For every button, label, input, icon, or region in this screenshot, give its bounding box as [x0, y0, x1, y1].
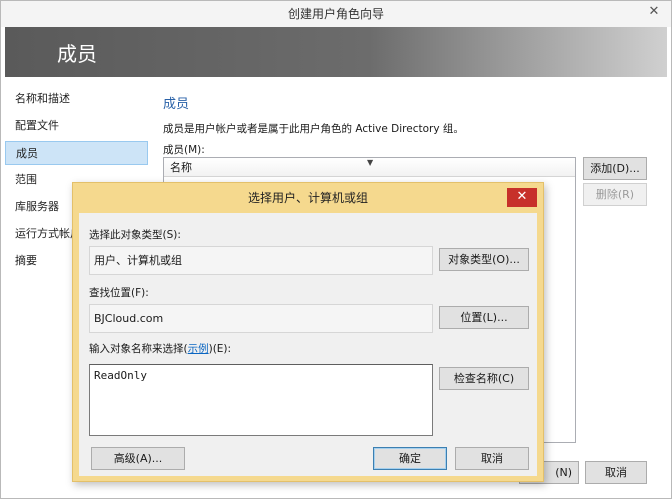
wizard-banner: 成员 — [5, 27, 667, 77]
section-description: 成员是用户帐户或者是属于此用户角色的 Active Directory 组。 — [163, 123, 464, 135]
location-label: 查找位置(F): — [89, 287, 149, 299]
wizard-titlebar: 创建用户角色向导 ✕ — [1, 1, 671, 27]
sort-down-icon: ▼ — [367, 158, 374, 167]
members-label: 成员(M): — [163, 144, 205, 156]
nav-item-name-description[interactable]: 名称和描述 — [5, 87, 148, 111]
wizard-title: 创建用户角色向导 — [287, 7, 384, 21]
object-names-label-prefix: 输入对象名称来选择( — [89, 343, 188, 355]
check-names-button[interactable]: 检查名称(C) — [439, 367, 529, 390]
dialog-title: 选择用户、计算机或组 — [247, 191, 368, 205]
dialog-body: 选择此对象类型(S): 用户、计算机或组 对象类型(O)... 查找位置(F):… — [79, 213, 537, 476]
object-names-label: 输入对象名称来选择(示例)(E): — [89, 341, 231, 356]
banner-title: 成员 — [57, 42, 97, 66]
column-header-name[interactable]: 名称 — [170, 161, 192, 174]
ok-button[interactable]: 确定 — [373, 447, 447, 470]
dialog-cancel-button[interactable]: 取消 — [455, 447, 529, 470]
location-button[interactable]: 位置(L)... — [439, 306, 529, 329]
dialog-close-icon[interactable]: ✕ — [507, 188, 537, 207]
section-heading: 成员 — [163, 97, 190, 112]
object-types-field: 用户、计算机或组 — [89, 246, 433, 275]
location-field: BJCloud.com — [89, 304, 433, 333]
examples-link[interactable]: 示例 — [188, 343, 209, 355]
remove-member-button[interactable]: 删除(R) — [583, 183, 647, 206]
wizard-close-icon[interactable]: ✕ — [643, 1, 665, 23]
wizard-cancel-button[interactable]: 取消 — [585, 461, 647, 484]
advanced-button[interactable]: 高级(A)... — [91, 447, 185, 470]
add-member-button[interactable]: 添加(D)... — [583, 157, 647, 180]
object-types-label: 选择此对象类型(S): — [89, 229, 181, 241]
object-types-button[interactable]: 对象类型(O)... — [439, 248, 529, 271]
object-names-input[interactable]: ReadOnly — [89, 364, 433, 436]
grid-header: 名称 ▼ — [164, 158, 575, 177]
select-users-dialog: 选择用户、计算机或组 ✕ 选择此对象类型(S): 用户、计算机或组 对象类型(O… — [72, 182, 544, 482]
nav-item-profile[interactable]: 配置文件 — [5, 114, 148, 138]
object-names-label-suffix: )(E): — [208, 343, 232, 355]
nav-item-members[interactable]: 成员 — [5, 141, 148, 165]
